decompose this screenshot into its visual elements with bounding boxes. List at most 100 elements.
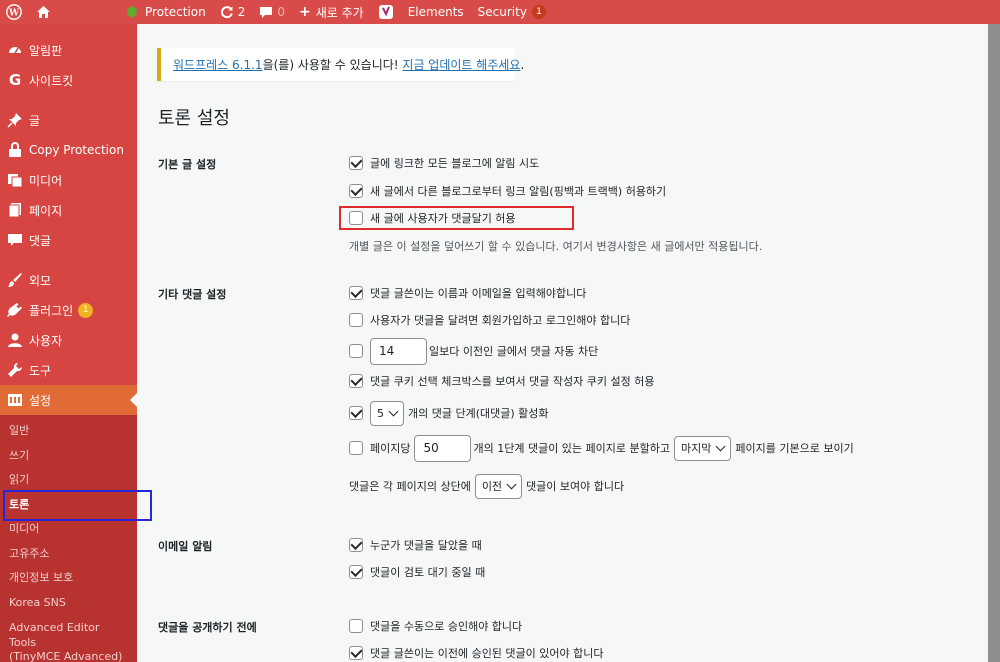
- refresh-icon: [220, 5, 234, 19]
- security-menu[interactable]: Security 1: [471, 0, 553, 24]
- user-icon: [6, 331, 24, 349]
- manual-approve-checkbox[interactable]: [349, 619, 363, 633]
- submenu-item-privacy[interactable]: 개인정보 보호: [0, 566, 137, 591]
- sidebar-item-tools[interactable]: 도구: [0, 355, 137, 385]
- require-name-email-label: 댓글 글쓴이는 이름과 이메일을 입력해야합니다: [370, 287, 587, 300]
- sidebar-item-label: 외모: [29, 273, 52, 288]
- section-email-notifications: 이메일 알림: [158, 540, 213, 553]
- comment-order-value: 이전: [481, 480, 503, 493]
- previously-approved-option[interactable]: 댓글 글쓴이는 이전에 승인된 댓글이 있어야 합니다: [349, 643, 604, 662]
- page-comments-option[interactable]: 페이지당 50 개의 1단계 댓글이 있는 페이지로 분할하고 마지막 페이지를…: [349, 434, 854, 462]
- update-now-link[interactable]: 지금 업데이트 해주세요: [402, 56, 520, 73]
- submenu-item-reading[interactable]: 읽기: [0, 468, 137, 493]
- sidebar-item-dashboard[interactable]: 알림판: [0, 35, 137, 65]
- media-icon: [6, 171, 24, 189]
- plugins-update-badge: 1: [78, 302, 94, 318]
- thread-comments-option[interactable]: 5 개의 댓글 단계(대댓글) 활성화: [349, 400, 549, 426]
- sidebar-item-label: 플러그인: [29, 303, 74, 318]
- require-name-email-checkbox[interactable]: [349, 286, 363, 300]
- sidebar-item-label: 페이지: [29, 203, 63, 218]
- sidebar-item-label: 댓글: [29, 233, 52, 248]
- security-label: Security: [477, 5, 527, 19]
- previously-approved-label: 댓글 글쓴이는 이전에 승인된 댓글이 있어야 합니다: [370, 647, 604, 660]
- sidebar-item-label: 알림판: [29, 43, 63, 58]
- yoast-icon[interactable]: [371, 0, 401, 24]
- admin-bar: W Protection 2 0 + 새로 추가 Elements Securi…: [0, 0, 1000, 24]
- comments-menu[interactable]: 0: [252, 0, 292, 24]
- sidebar-item-comments[interactable]: 댓글: [0, 225, 137, 255]
- updates-menu[interactable]: 2: [213, 0, 253, 24]
- comment-order-option: 댓글은 각 페이지의 상단에 이전 댓글이 보여야 합니다: [349, 473, 624, 499]
- submenu-item-korea-sns[interactable]: Korea SNS: [0, 591, 137, 616]
- sidebar-item-posts[interactable]: 글: [0, 105, 137, 135]
- section-before-comment-appears: 댓글을 공개하기 전에: [158, 621, 257, 634]
- page-comments-end: 페이지를 기본으로 보이기: [735, 442, 854, 455]
- elements-menu[interactable]: Elements: [401, 0, 471, 24]
- new-label: 새로 추가: [315, 5, 364, 20]
- submenu-item-advanced-editor[interactable]: Advanced Editor Tools (TinyMCE Advanced): [0, 615, 137, 662]
- sidebar-item-copy-protection[interactable]: Copy Protection: [0, 135, 137, 165]
- google-icon: G: [8, 71, 22, 89]
- plus-icon: +: [299, 4, 311, 20]
- new-content-menu[interactable]: + 새로 추가: [292, 0, 371, 24]
- page-icon: [6, 201, 24, 219]
- sidebar-item-media[interactable]: 미디어: [0, 165, 137, 195]
- ping-allow-checkbox[interactable]: [349, 184, 363, 198]
- submenu-item-writing[interactable]: 쓰기: [0, 444, 137, 469]
- update-notice-text: 을(를) 사용할 수 있습니다!: [262, 58, 403, 72]
- close-comments-option[interactable]: 14 일보다 이전인 글에서 댓글 자동 차단: [349, 337, 598, 365]
- section-default-post-settings: 기본 글 설정: [158, 158, 217, 171]
- close-comments-days-input[interactable]: 14: [370, 337, 427, 365]
- notify-comment-option[interactable]: 누군가 댓글을 달았을 때: [349, 535, 482, 555]
- notify-moderation-label: 댓글이 검토 대기 중일 때: [370, 566, 486, 579]
- pingback-checkbox[interactable]: [349, 156, 363, 170]
- thread-depth-value: 5: [377, 406, 384, 420]
- sidebar-item-settings[interactable]: 설정: [0, 385, 137, 415]
- highlight-red-box: [339, 206, 574, 230]
- wordpress-logo-icon[interactable]: W: [0, 0, 29, 24]
- plugin-icon: [6, 301, 24, 319]
- comment-order-select[interactable]: 이전: [474, 473, 523, 499]
- sidebar-item-label: 사용자: [29, 333, 63, 348]
- chevron-down-icon: [388, 406, 399, 417]
- page-comments-checkbox[interactable]: [349, 441, 363, 455]
- home-icon[interactable]: [29, 0, 58, 24]
- sidebar-item-label: 미디어: [29, 173, 63, 188]
- show-cookies-option[interactable]: 댓글 쿠키 선택 체크박스를 보여서 댓글 작성자 쿠키 설정 허용: [349, 371, 654, 391]
- sidebar-item-appearance[interactable]: 외모: [0, 265, 137, 295]
- chevron-down-icon: [506, 479, 517, 490]
- sidebar-item-label: 사이트킷: [29, 73, 74, 88]
- default-page-select[interactable]: 마지막: [674, 435, 732, 461]
- thread-comments-checkbox[interactable]: [349, 406, 363, 420]
- sidebar-item-plugins[interactable]: 플러그인 1: [0, 295, 137, 325]
- wordpress-version-link[interactable]: 워드프레스 6.1.1: [173, 56, 263, 73]
- update-notice-end: .: [520, 57, 525, 72]
- sidebar-item-pages[interactable]: 페이지: [0, 195, 137, 225]
- comments-count: 0: [277, 5, 285, 19]
- notify-moderation-option[interactable]: 댓글이 검토 대기 중일 때: [349, 562, 485, 582]
- sidebar-item-sitekit[interactable]: G 사이트킷: [0, 65, 137, 95]
- previously-approved-checkbox[interactable]: [349, 646, 363, 660]
- thread-depth-select[interactable]: 5: [370, 400, 404, 426]
- admin-sidebar: 알림판 G 사이트킷 글 Copy Protection 미디어 페이지 댓글 …: [0, 24, 137, 662]
- notify-comment-label: 누군가 댓글을 달았을 때: [370, 539, 482, 552]
- pingback-option[interactable]: 글에 링크한 모든 블로그에 알림 시도: [349, 153, 539, 173]
- show-cookies-checkbox[interactable]: [349, 374, 363, 388]
- page-comments-prefix: 페이지당: [370, 442, 411, 455]
- update-notice: 워드프레스 6.1.1 을(를) 사용할 수 있습니다! 지금 업데이트 해주세…: [157, 48, 524, 81]
- submenu-item-permalinks[interactable]: 고유주소: [0, 542, 137, 567]
- protection-menu[interactable]: Protection: [118, 0, 213, 24]
- comments-per-page-input[interactable]: 50: [414, 434, 472, 462]
- notify-moderation-checkbox[interactable]: [349, 565, 363, 579]
- require-name-email-option[interactable]: 댓글 글쓴이는 이름과 이메일을 입력해야합니다: [349, 283, 586, 303]
- ping-allow-option[interactable]: 새 글에서 다른 블로그로부터 링크 알림(핑백과 트랙백) 허용하기: [349, 181, 666, 201]
- submenu-item-general[interactable]: 일반: [0, 419, 137, 444]
- comment-registration-checkbox[interactable]: [349, 313, 363, 327]
- submenu-item-advanced-editor-line1: Advanced Editor Tools: [9, 621, 100, 649]
- ping-allow-label: 새 글에서 다른 블로그로부터 링크 알림(핑백과 트랙백) 허용하기: [370, 185, 667, 198]
- manual-approve-option[interactable]: 댓글을 수동으로 승인해야 합니다: [349, 616, 522, 636]
- close-comments-checkbox[interactable]: [349, 344, 363, 358]
- comment-registration-option[interactable]: 사용자가 댓글을 달려면 회원가입하고 로그인해야 합니다: [349, 310, 630, 330]
- notify-comment-checkbox[interactable]: [349, 538, 363, 552]
- sidebar-item-users[interactable]: 사용자: [0, 325, 137, 355]
